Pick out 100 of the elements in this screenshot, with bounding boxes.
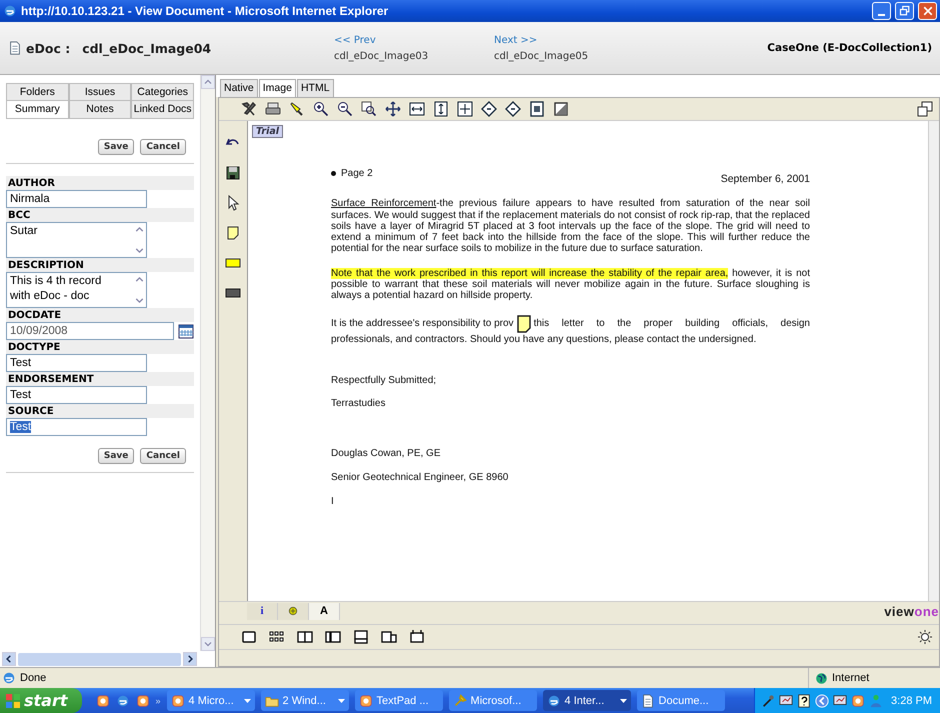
zoom-out-icon[interactable] [337,101,353,117]
move-icon[interactable] [385,101,401,117]
field-label: SOURCE [6,404,194,418]
diamond-arrow-icon[interactable] [505,101,521,117]
close-icon [922,5,934,17]
minimize-button[interactable] [872,2,891,20]
contrast-icon[interactable] [553,101,569,117]
highlighter-icon[interactable] [289,101,305,117]
zoom-in-icon[interactable] [313,101,329,117]
plus-circle-icon [287,605,299,617]
paragraph-text: Note that the work prescribed in this report will increase the stability of the repair area, however, it is not possible to warrant that these soil materials will never mobilize again in the future. Surface sloughing is always a potential hazard on hillside property. [331,268,810,302]
prev-doc-name: cdl_eDoc_Image03 [334,50,428,62]
signature-line: I [331,496,334,508]
input-field[interactable]: Nirmala [6,190,147,208]
restore-icon [898,5,910,17]
fit-height-icon[interactable] [433,101,449,117]
printer-icon[interactable] [265,101,281,117]
text-area[interactable]: This is 4 th record with eDoc - doc [6,272,147,308]
paragraph-text: Surface Reinforcement-the previous failure appears to have resulted from saturation of the near soil surfaces. We would suggest that if the replacement materials do not consist of rock rip-rap, that the replaced soils have a layer of Miragrid 5T placed at 3 foot intervals up the face of the slope. The grid will need to extend a minimum of 7 feet back into the hillside from the face of the slope. This will further reduce the potential for the near surface soils to mobilize in the future due to surface saturation. [331,198,810,255]
two-pages-icon[interactable] [297,629,313,645]
close-button[interactable] [918,2,937,20]
field-label: ENDORSEMENT [6,372,194,386]
taskbar-button[interactable]: TextPad ... [354,690,443,711]
bullet-icon [331,171,336,176]
signature-line: Douglas Cowan, PE, GE [331,448,440,459]
fit-width-icon[interactable] [409,101,425,117]
monitor-icon[interactable] [779,694,794,708]
tab[interactable]: Categories [131,83,194,101]
form-button[interactable]: Save [98,139,134,155]
sticky-note-icon[interactable] [225,225,241,241]
doc-label: eDoc : [26,40,70,56]
film-frame-icon[interactable] [409,629,425,645]
view-tab[interactable]: Image [258,79,296,97]
form-button[interactable]: Save [98,448,134,464]
field-label: DOCTYPE [6,340,194,354]
text-line: professionals, and contractors. Should you have any questions, please contact the undersigned. [331,334,756,345]
field-label: AUTHOR [6,176,194,190]
browser-icon [546,694,561,708]
vertical-scrollbar[interactable] [928,121,939,601]
logo: viewone [884,604,939,618]
clock: 3:28 PM [891,694,932,706]
bottom-panel-icon[interactable] [353,629,369,645]
page-icon[interactable] [529,101,545,117]
panel-tab[interactable] [278,602,309,620]
single-page-icon[interactable] [241,629,257,645]
view-tab[interactable]: Native [220,79,258,97]
taskbar-button[interactable]: Docume... [636,690,725,711]
calendar-icon[interactable] [178,323,194,339]
collection-name: CaseOne (E-DocCollection1) [767,42,932,54]
fit-page-icon[interactable] [457,101,473,117]
next-link[interactable]: Next >> [494,34,538,46]
vertical-scrollbar[interactable] [200,75,215,651]
app-icon[interactable] [851,694,866,708]
tab[interactable]: Notes [68,100,132,118]
diamond-arrow-icon[interactable] [481,101,497,117]
prev-link[interactable]: << Prev [334,34,376,46]
text-area[interactable]: Sutar [6,222,147,258]
field-label: DOCDATE [6,308,194,322]
app-icon[interactable] [136,694,150,708]
date-field[interactable]: 10/09/2008 [6,322,174,340]
flag-icon [6,694,20,708]
overflow-chevron[interactable]: » [156,696,161,706]
microphone-icon[interactable] [761,694,776,708]
input-field[interactable]: Test [6,354,147,372]
zoom-area-icon[interactable] [361,101,377,117]
form-button[interactable]: Cancel [140,448,186,464]
taskbar-button[interactable]: 2 Wind... [260,690,349,711]
panel-tab[interactable]: A [309,602,340,620]
sticky-note-icon[interactable] [516,314,531,333]
tab[interactable]: Summary [6,100,69,118]
taskbar-button[interactable]: 4 Inter... [542,690,631,711]
letter-date: September 6, 2001 [720,174,810,186]
form-button[interactable]: Cancel [140,139,186,155]
tools-icon[interactable] [241,101,257,117]
taskbar-button[interactable]: 4 Micro... [166,690,255,711]
wrench-icon [452,694,467,708]
globe-icon [815,672,828,684]
save-icon[interactable] [225,165,241,181]
field-label: BCC [6,208,194,222]
tab[interactable]: Linked Docs [131,100,194,118]
windows-icon[interactable] [917,101,933,117]
brightness-icon[interactable] [917,629,933,645]
input-field[interactable]: Test [6,418,147,436]
split-view-icon[interactable] [381,629,397,645]
security-zone: Internet [832,672,870,684]
tab[interactable]: Folders [6,83,69,101]
document-icon [8,41,22,55]
tab[interactable]: Issues [68,83,132,101]
input-field[interactable]: Test [6,386,147,404]
panel-tab[interactable]: i [247,602,278,620]
trial-badge: Trial [252,125,284,138]
help-icon[interactable] [797,694,812,708]
closing-line: Terrastudies [331,398,386,410]
browser-icon[interactable] [116,694,130,708]
app-icon[interactable] [96,694,110,708]
taskbar-button[interactable]: Microsof... [448,690,537,711]
restore-button[interactable] [895,2,914,20]
chart-icon[interactable] [833,694,848,708]
side-panel-icon[interactable] [325,629,341,645]
view-tab[interactable]: HTML [296,79,334,97]
